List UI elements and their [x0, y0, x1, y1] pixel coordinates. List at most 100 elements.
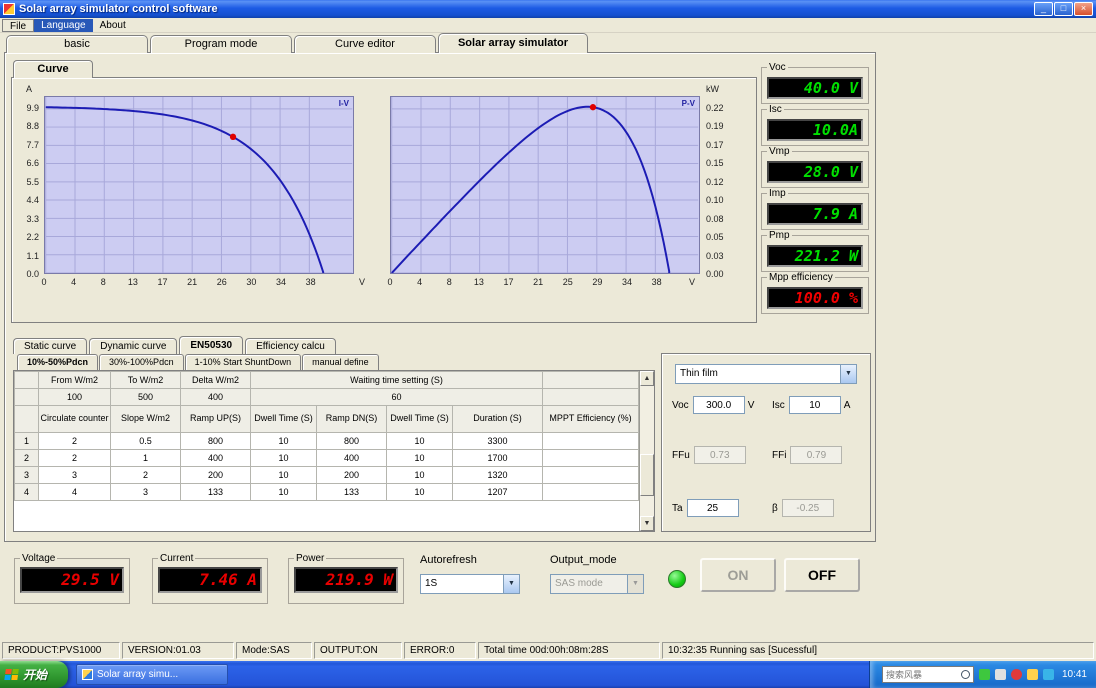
- table-cell[interactable]: 10: [250, 466, 317, 484]
- table-cell[interactable]: 3: [38, 466, 111, 484]
- power-label: Power: [294, 553, 327, 564]
- autorefresh-dropdown[interactable]: 1S ▼: [420, 574, 520, 594]
- row-index-cell[interactable]: 2: [14, 449, 39, 467]
- tray-messenger-icon[interactable]: [1026, 669, 1038, 680]
- table-cell[interactable]: 1320: [451, 466, 544, 484]
- maximize-button[interactable]: □: [1054, 2, 1073, 16]
- tab-en50530[interactable]: EN50530: [179, 336, 244, 354]
- start-button[interactable]: 开始: [0, 661, 68, 688]
- x-tick-label: 17: [503, 277, 514, 287]
- table-cell[interactable]: 200: [316, 466, 387, 484]
- tab-efficiency-calcu[interactable]: Efficiency calcu: [245, 338, 336, 354]
- search-icon: [960, 670, 970, 679]
- table-row[interactable]: 4 4 3 133 10 133 10 1207: [14, 483, 640, 501]
- table-cell[interactable]: 2: [110, 466, 181, 484]
- table-cell[interactable]: 10: [386, 432, 453, 450]
- tab-solar-array-simulator[interactable]: Solar array simulator: [438, 33, 588, 53]
- ta-input[interactable]: [686, 499, 739, 517]
- table-cell[interactable]: 133: [180, 483, 251, 501]
- row-index-cell[interactable]: 1: [14, 432, 39, 450]
- table-cell[interactable]: 800: [316, 432, 387, 450]
- menu-language[interactable]: Language: [34, 18, 93, 32]
- table-cell[interactable]: 800: [180, 432, 251, 450]
- table-cell[interactable]: 1700: [451, 449, 544, 467]
- scrollbar-track[interactable]: [640, 386, 654, 516]
- value-waiting-time[interactable]: 60: [249, 388, 544, 406]
- table-cell[interactable]: 10: [250, 449, 317, 467]
- voc-input[interactable]: [692, 396, 745, 414]
- scroll-down-icon[interactable]: ▼: [640, 516, 654, 531]
- table-cell[interactable]: [542, 466, 640, 484]
- x-tick-label: 4: [71, 277, 77, 287]
- row-index-cell[interactable]: 4: [14, 483, 39, 501]
- tab-program-mode[interactable]: Program mode: [150, 35, 292, 53]
- tray-antivirus-icon[interactable]: [1010, 669, 1022, 680]
- subtab-30-100-pdcn[interactable]: 30%-100%Pdcn: [99, 354, 184, 370]
- value-from[interactable]: 100: [38, 388, 111, 406]
- table-cell[interactable]: 1: [110, 449, 181, 467]
- tray-search-input[interactable]: 搜索风暴: [881, 666, 974, 683]
- on-button[interactable]: ON: [700, 558, 776, 592]
- table-cell[interactable]: 133: [316, 483, 387, 501]
- field-ffi: FFi: [772, 446, 843, 464]
- table-cell[interactable]: [542, 432, 640, 450]
- table-row[interactable]: 1 2 0.5 800 10 800 10 3300: [14, 432, 640, 450]
- tab-curve-editor[interactable]: Curve editor: [294, 35, 436, 53]
- output-mode-dropdown: SAS mode ▼: [550, 574, 644, 594]
- tab-static-curve[interactable]: Static curve: [13, 338, 88, 354]
- value-delta[interactable]: 400: [180, 388, 251, 406]
- chevron-down-icon[interactable]: ▼: [503, 575, 519, 593]
- scrollbar-thumb[interactable]: [640, 453, 654, 496]
- y-tick-label: 0.19: [706, 121, 724, 132]
- table-cell[interactable]: 4: [38, 483, 111, 501]
- table-cell[interactable]: 3: [110, 483, 181, 501]
- taskbar-task-button[interactable]: Solar array simu...: [76, 664, 228, 685]
- table-cell[interactable]: 2: [38, 432, 111, 450]
- table-cell[interactable]: 400: [180, 449, 251, 467]
- isc-input[interactable]: [788, 396, 841, 414]
- table-cell[interactable]: 10: [386, 466, 453, 484]
- table-cell[interactable]: 10: [386, 449, 453, 467]
- table-row[interactable]: 2 2 1 400 10 400 10 1700: [14, 449, 640, 467]
- module-type-value: Thin film: [680, 368, 718, 379]
- tab-curve[interactable]: Curve: [13, 60, 93, 78]
- table-cell[interactable]: 0.5: [110, 432, 181, 450]
- table-cell[interactable]: 10: [250, 483, 317, 501]
- table-cell[interactable]: 400: [316, 449, 387, 467]
- table-cell[interactable]: 10: [386, 483, 453, 501]
- table-vertical-scrollbar[interactable]: ▲ ▼: [639, 371, 654, 531]
- tray-volume-icon[interactable]: [994, 669, 1006, 680]
- table-cell[interactable]: 3300: [451, 432, 544, 450]
- tray-status-icon[interactable]: [978, 669, 990, 680]
- col-duration: Duration (S): [451, 405, 544, 433]
- table-cell[interactable]: [542, 449, 640, 467]
- table-cell[interactable]: 200: [180, 466, 251, 484]
- off-button[interactable]: OFF: [784, 558, 860, 592]
- tab-basic[interactable]: basic: [6, 35, 148, 53]
- menu-file[interactable]: File: [2, 18, 35, 32]
- tray-network-icon[interactable]: [1042, 669, 1054, 680]
- scroll-up-icon[interactable]: ▲: [640, 371, 654, 386]
- status-total-time: Total time 00d:00h:08m:28S: [478, 642, 660, 659]
- beta-label: β: [772, 502, 778, 514]
- table-row[interactable]: 3 3 2 200 10 200 10 1320: [14, 466, 640, 484]
- subtab-manual-define[interactable]: manual define: [302, 354, 379, 370]
- table-cell[interactable]: [542, 483, 640, 501]
- minimize-button[interactable]: _: [1034, 2, 1053, 16]
- en50530-table-body: 1 2 0.5 800 10 800 10 3300 2 2 1 400 10 400 10 1700 3 3 2 2…: [14, 432, 640, 501]
- subtab-10-50-pdcn[interactable]: 10%-50%Pdcn: [17, 354, 99, 370]
- subtab-start-shutdown[interactable]: 1-10% Start ShuntDown: [184, 354, 302, 370]
- chevron-down-icon[interactable]: ▼: [840, 365, 856, 383]
- field-beta: β: [772, 499, 834, 517]
- module-type-dropdown[interactable]: Thin film ▼: [675, 364, 857, 384]
- table-column-header-row: Circulate counter Slope W/m2 Ramp UP(S) …: [14, 405, 640, 433]
- start-label: 开始: [23, 668, 48, 682]
- tab-dynamic-curve[interactable]: Dynamic curve: [89, 338, 178, 354]
- row-index-cell[interactable]: 3: [14, 466, 39, 484]
- menu-about[interactable]: About: [93, 19, 133, 32]
- table-cell[interactable]: 2: [38, 449, 111, 467]
- value-to[interactable]: 500: [110, 388, 181, 406]
- table-cell[interactable]: 1207: [451, 483, 544, 501]
- close-button[interactable]: ×: [1074, 2, 1093, 16]
- table-cell[interactable]: 10: [250, 432, 317, 450]
